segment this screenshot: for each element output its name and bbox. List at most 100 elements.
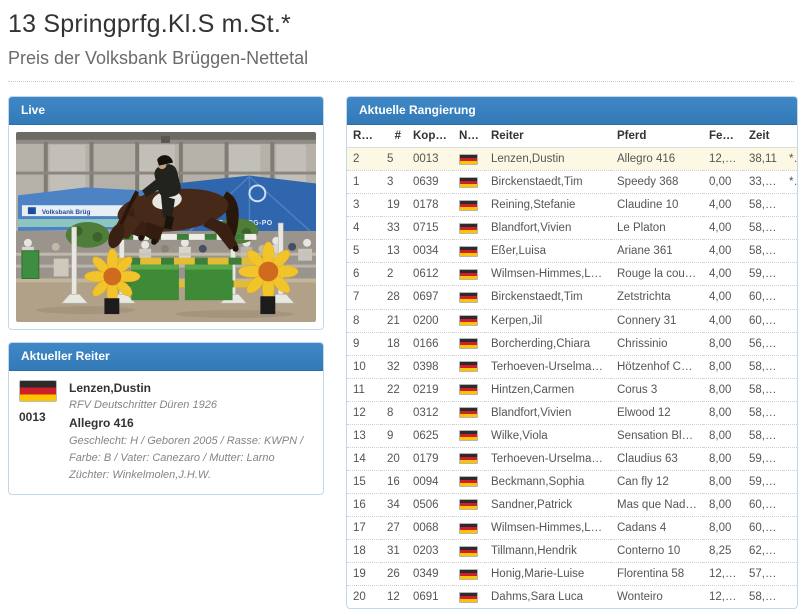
ranking-row: 11220219Hintzen,CarmenCorus 38,0058,59 <box>347 378 797 401</box>
cell-pferd: Allegro 416 <box>611 148 703 171</box>
cell-fehler: 4,00 <box>703 194 743 217</box>
cell-fehler: 4,00 <box>703 286 743 309</box>
cell-rang: 19 <box>347 563 381 586</box>
germany-flag-icon <box>459 523 478 534</box>
cell-rang: 10 <box>347 355 381 378</box>
cell-nr: 12 <box>381 586 407 609</box>
cell-fehler: 4,00 <box>703 263 743 286</box>
cell-nr: 2 <box>381 263 407 286</box>
ranking-row: 14200179Terhoeven-Urselmans,PhilipClaudi… <box>347 447 797 470</box>
cell-pferd: Connery 31 <box>611 309 703 332</box>
cell-star <box>783 447 797 470</box>
cell-zeit: 59,57 <box>743 470 783 493</box>
cell-nr: 21 <box>381 309 407 332</box>
cell-nat <box>453 447 485 470</box>
cell-nat <box>453 378 485 401</box>
cell-nr: 34 <box>381 494 407 517</box>
ranking-table-header-row: Rang#KopfnrNat.ReiterPferdFehlerZeit <box>347 125 797 148</box>
cell-reiter: Honig,Marie-Luise <box>485 563 611 586</box>
cell-kopfnr: 0639 <box>407 171 453 194</box>
left-column: Live <box>8 96 324 495</box>
cell-nat <box>453 286 485 309</box>
cell-nr: 31 <box>381 540 407 563</box>
cell-rang: 17 <box>347 517 381 540</box>
cell-pferd: Florentina 58 <box>611 563 703 586</box>
cell-fehler: 8,00 <box>703 447 743 470</box>
cell-pferd: Claudius 63 <box>611 447 703 470</box>
cell-fehler: 4,00 <box>703 240 743 263</box>
cell-kopfnr: 0094 <box>407 470 453 493</box>
cell-fehler: 8,00 <box>703 378 743 401</box>
cell-zeit: 58,95 <box>743 586 783 609</box>
current-horse-details: Geschlecht: H / Geboren 2005 / Rasse: KW… <box>69 433 313 467</box>
germany-flag-icon <box>459 407 478 418</box>
cell-nat <box>453 494 485 517</box>
cell-nr: 9 <box>381 424 407 447</box>
tent-left-label: Volksbank Brüg <box>42 209 91 216</box>
cell-nr: 5 <box>381 148 407 171</box>
cell-kopfnr: 0691 <box>407 586 453 609</box>
cell-star <box>783 217 797 240</box>
page-subtitle: Preis der Volksbank Brüggen-Nettetal <box>8 48 794 69</box>
germany-flag-icon <box>459 453 478 464</box>
column-header-zeit: Zeit <box>743 125 783 148</box>
cell-zeit: 60,78 <box>743 309 783 332</box>
cell-pferd: Hötzenhof Cantura <box>611 355 703 378</box>
cell-star <box>783 401 797 424</box>
current-horse-name: Allegro 416 <box>69 415 313 432</box>
cell-nr: 22 <box>381 378 407 401</box>
cell-rang: 7 <box>347 286 381 309</box>
current-rider-name: Lenzen,Dustin <box>69 380 313 397</box>
cell-reiter: Wilmsen-Himmes,Lukas <box>485 517 611 540</box>
cell-fehler: 8,00 <box>703 401 743 424</box>
cell-nr: 32 <box>381 355 407 378</box>
cell-pferd: Speedy 368 <box>611 171 703 194</box>
cell-star: * <box>783 171 797 194</box>
cell-reiter: Terhoeven-Urselmans,Kai <box>485 355 611 378</box>
cell-rang: 5 <box>347 240 381 263</box>
germany-flag-icon <box>19 380 57 402</box>
cell-zeit: 62,86 <box>743 540 783 563</box>
ranking-row: 130639Birckenstaedt,TimSpeedy 3680,0033,… <box>347 171 797 194</box>
cell-pferd: Cadans 4 <box>611 517 703 540</box>
ranking-row: 620612Wilmsen-Himmes,LukasRouge la coule… <box>347 263 797 286</box>
cell-reiter: Terhoeven-Urselmans,Philip <box>485 447 611 470</box>
current-rider-club: RFV Deutschritter Düren 1926 <box>69 397 313 414</box>
cell-rang: 4 <box>347 217 381 240</box>
cell-nat <box>453 470 485 493</box>
ranking-row: 15160094Beckmann,SophiaCan fly 128,0059,… <box>347 470 797 493</box>
current-rider-panel-header: Aktueller Reiter <box>9 343 323 371</box>
current-rider-body: 0013 Lenzen,Dustin RFV Deutschritter Dür… <box>9 371 323 494</box>
cell-nat <box>453 263 485 286</box>
germany-flag-icon <box>459 177 478 188</box>
ranking-row: 1390625Wilke,ViolaSensation Black 28,005… <box>347 424 797 447</box>
cell-fehler: 8,00 <box>703 355 743 378</box>
cell-fehler: 4,00 <box>703 309 743 332</box>
cell-rang: 12 <box>347 401 381 424</box>
cell-zeit: 58,71 <box>743 401 783 424</box>
cell-fehler: 8,00 <box>703 470 743 493</box>
current-rider-kopfnr: 0013 <box>19 410 46 424</box>
ranking-row: 8210200Kerpen,JilConnery 314,0060,78 <box>347 309 797 332</box>
germany-flag-icon <box>459 292 478 303</box>
cell-nat <box>453 171 485 194</box>
cell-pferd: Ariane 361 <box>611 240 703 263</box>
cell-kopfnr: 0219 <box>407 378 453 401</box>
ranking-row: 10320398Terhoeven-Urselmans,KaiHötzenhof… <box>347 355 797 378</box>
ranking-row: 19260349Honig,Marie-LuiseFlorentina 5812… <box>347 563 797 586</box>
cell-reiter: Blandfort,Vivien <box>485 217 611 240</box>
live-photo: NÜRNBERGER BURG-PO Volksbank Brüg <box>16 132 316 322</box>
cell-fehler: 8,00 <box>703 517 743 540</box>
cell-zeit: 57,36 <box>743 563 783 586</box>
cell-kopfnr: 0179 <box>407 447 453 470</box>
cell-kopfnr: 0612 <box>407 263 453 286</box>
cell-fehler: 8,00 <box>703 494 743 517</box>
cell-pferd: Mas que Nada 2 <box>611 494 703 517</box>
ranking-row: 17270068Wilmsen-Himmes,LukasCadans 48,00… <box>347 517 797 540</box>
cell-nr: 27 <box>381 517 407 540</box>
cell-reiter: Borcherding,Chiara <box>485 332 611 355</box>
content-columns: Live <box>8 96 794 609</box>
cell-rang: 15 <box>347 470 381 493</box>
cell-nr: 20 <box>381 447 407 470</box>
cell-kopfnr: 0203 <box>407 540 453 563</box>
